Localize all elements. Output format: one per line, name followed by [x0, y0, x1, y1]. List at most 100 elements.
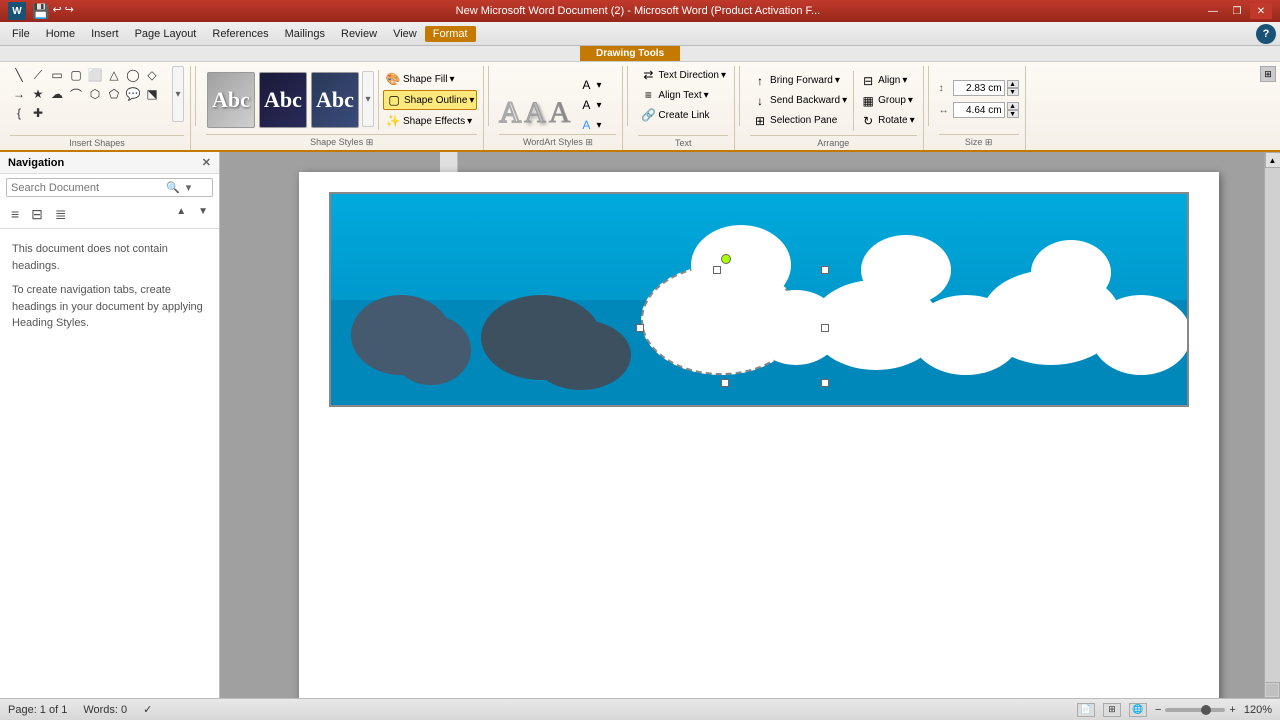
shape-style-2[interactable]: Abc	[259, 72, 307, 128]
group-arrow[interactable]: ▾	[908, 95, 913, 106]
search-dropdown[interactable]: ▾	[184, 179, 194, 196]
undo-icon[interactable]: ↩	[52, 3, 61, 20]
wordart-style-3[interactable]: A	[549, 96, 571, 130]
shape-callout[interactable]: 💬	[124, 85, 142, 103]
nav-close-btn[interactable]: ✕	[202, 156, 211, 169]
corner-button[interactable]: ⊞	[1260, 66, 1276, 82]
align-arrow[interactable]: ▾	[902, 75, 907, 86]
menu-view[interactable]: View	[385, 26, 425, 42]
wordart-style-2[interactable]: A	[524, 96, 546, 130]
shape-style-3[interactable]: Abc	[311, 72, 359, 128]
rotate-handle[interactable]	[721, 254, 731, 264]
shape-rect[interactable]: ▭	[48, 66, 66, 84]
create-link-btn[interactable]: 🔗 Create Link	[638, 106, 711, 124]
selection-pane-btn[interactable]: ⊞ Selection Pane	[750, 112, 849, 130]
zoom-slider[interactable]	[1165, 708, 1225, 712]
sel-handle-bot-right[interactable]	[821, 379, 829, 387]
align-btn[interactable]: ⊟ Align ▾	[858, 72, 917, 90]
menu-format[interactable]: Format	[425, 26, 476, 42]
sel-handle-mid-right[interactable]	[821, 324, 829, 332]
text-direction-btn[interactable]: ⇄ Text Direction ▾	[638, 66, 728, 84]
nav-arrow-up[interactable]: ▲	[171, 203, 191, 226]
right-scrollbar[interactable]: ▲ ▼	[1264, 152, 1280, 698]
help-icon[interactable]: ?	[1256, 24, 1276, 44]
shape-rect2[interactable]: ⬜	[86, 66, 104, 84]
shape-roundrect[interactable]: ▢	[67, 66, 85, 84]
menu-page-layout[interactable]: Page Layout	[127, 26, 205, 42]
proofing-icon[interactable]: ✓	[143, 703, 152, 716]
wordart-style-1[interactable]: A	[499, 96, 521, 130]
shape-cloud[interactable]: ☁	[48, 85, 66, 103]
align-text-btn[interactable]: ≡ Align Text ▾	[638, 86, 710, 104]
close-button[interactable]: ✕	[1250, 3, 1272, 19]
menu-references[interactable]: References	[204, 26, 276, 42]
shape-arrow[interactable]: →	[10, 85, 28, 103]
scroll-up-btn[interactable]: ▲	[1265, 152, 1280, 168]
group-btn[interactable]: ▦ Group ▾	[858, 92, 917, 110]
align-text-arrow[interactable]: ▾	[704, 90, 709, 101]
sel-handle-bot-center[interactable]	[721, 379, 729, 387]
document-area[interactable]: ▲ ▼	[220, 152, 1280, 698]
shape-hex[interactable]: ⬡	[86, 85, 104, 103]
height-down[interactable]: ▼	[1007, 88, 1019, 96]
search-icon[interactable]: 🔍	[162, 179, 184, 196]
corner-scroll-btn[interactable]	[1264, 682, 1280, 698]
menu-mailings[interactable]: Mailings	[277, 26, 333, 42]
shape-styles-expand[interactable]: ▾	[362, 71, 374, 127]
shape-fill-arrow[interactable]: ▾	[449, 74, 454, 85]
view-normal-icon[interactable]: 📄	[1077, 703, 1095, 717]
rotate-arrow[interactable]: ▾	[910, 115, 915, 126]
zoom-out-btn[interactable]: −	[1155, 704, 1161, 716]
menu-file[interactable]: File	[4, 26, 38, 42]
width-up[interactable]: ▲	[1007, 102, 1019, 110]
shape-star[interactable]: ★	[29, 85, 47, 103]
menu-home[interactable]: Home	[38, 26, 83, 42]
rotate-btn[interactable]: ↻ Rotate ▾	[858, 112, 917, 130]
font-color-btn[interactable]: A ▾	[576, 76, 603, 94]
nav-tab-results[interactable]: ≣	[50, 203, 72, 226]
shape-styles-expand-icon[interactable]: ⊞	[366, 137, 374, 147]
shape-tri[interactable]: △	[105, 66, 123, 84]
font-color-arrow[interactable]: ▾	[596, 80, 601, 91]
bring-forward-btn[interactable]: ↑ Bring Forward ▾	[750, 72, 849, 90]
shapes-expand[interactable]: ▾	[172, 66, 184, 122]
shape-line2[interactable]: ⟋	[29, 66, 47, 84]
menu-insert[interactable]: Insert	[83, 26, 127, 42]
minimize-button[interactable]: —	[1202, 3, 1224, 19]
maximize-button[interactable]: ❐	[1226, 3, 1248, 19]
send-backward-btn[interactable]: ↓ Send Backward ▾	[750, 92, 849, 110]
zoom-in-btn[interactable]: +	[1229, 704, 1235, 716]
shape-bracket[interactable]: {	[10, 104, 28, 122]
sel-handle-mid-left[interactable]	[636, 324, 644, 332]
send-backward-arrow[interactable]: ▾	[842, 95, 847, 106]
shape-line[interactable]: ╲	[10, 66, 28, 84]
shape-outline-arrow[interactable]: ▾	[469, 95, 474, 106]
width-input[interactable]	[953, 102, 1005, 118]
shape-circle[interactable]: ◯	[124, 66, 142, 84]
height-up[interactable]: ▲	[1007, 80, 1019, 88]
text-direction-arrow[interactable]: ▾	[721, 70, 726, 81]
shape-fill-btn[interactable]: 🎨 Shape Fill ▾	[383, 70, 477, 88]
shape-style-1[interactable]: Abc	[207, 72, 255, 128]
wordart-expand-icon[interactable]: ⊞	[585, 137, 593, 147]
nav-tab-pages[interactable]: ⊟	[26, 203, 48, 226]
text-effects-arrow[interactable]: ▾	[596, 120, 601, 131]
shape-effects-arrow[interactable]: ▾	[467, 116, 472, 127]
view-web-icon[interactable]: 🌐	[1129, 703, 1147, 717]
sel-handle-top-right[interactable]	[821, 266, 829, 274]
shape-penta[interactable]: ⬠	[105, 85, 123, 103]
shape-curve[interactable]: ⌒	[67, 85, 85, 103]
shape-misc[interactable]: ⬔	[143, 85, 161, 103]
search-input[interactable]	[7, 180, 162, 196]
shape-cross[interactable]: ✚	[29, 104, 47, 122]
view-full-icon[interactable]: ⊞	[1103, 703, 1121, 717]
text-outline-arrow[interactable]: ▾	[596, 100, 601, 111]
shape-effects-btn[interactable]: ✨ Shape Effects ▾	[383, 112, 477, 130]
bring-forward-arrow[interactable]: ▾	[835, 75, 840, 86]
width-down[interactable]: ▼	[1007, 110, 1019, 118]
text-effects-btn[interactable]: A ▾	[576, 116, 603, 134]
redo-icon[interactable]: ↪	[65, 3, 74, 20]
shape-diamond[interactable]: ◇	[143, 66, 161, 84]
sel-handle-top-center[interactable]	[713, 266, 721, 274]
nav-arrow-down[interactable]: ▼	[193, 203, 213, 226]
